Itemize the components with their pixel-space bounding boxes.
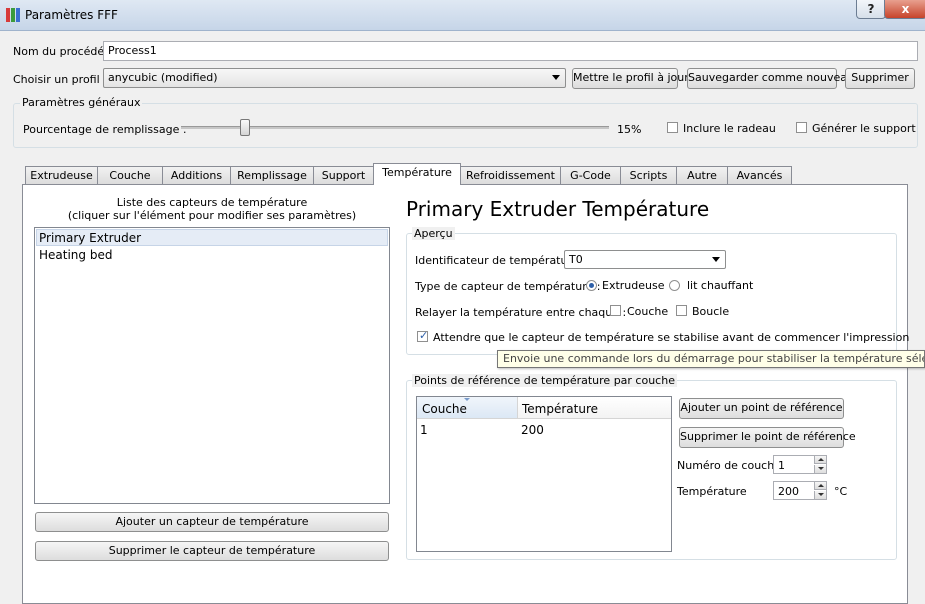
support-checkbox[interactable] (796, 122, 807, 133)
sensor-item-heating-bed[interactable]: Heating bed (39, 248, 112, 262)
tab-extrudeuse[interactable]: Extrudeuse (25, 166, 98, 184)
tooltip: Envoie une commande lors du démarrage po… (497, 350, 925, 368)
tab-avances[interactable]: Avancés (727, 166, 792, 184)
profile-select[interactable]: anycubic (modified) (103, 68, 566, 88)
tab-autre[interactable]: Autre (676, 166, 728, 184)
update-profile-button[interactable]: Mettre le profil à jour (572, 68, 689, 89)
sensor-list-hint: (cliquer sur l'élément pour modifier ses… (67, 209, 357, 222)
reference-points-title: Points de référence de température par c… (412, 374, 677, 387)
reference-points-table: Couche Température 1 200 (416, 396, 672, 552)
title-bar: Paramètres FFF ? x (0, 0, 925, 31)
layer-number-value: 1 (778, 459, 785, 472)
sensor-type-extruder-label: Extrudeuse (602, 279, 665, 292)
temperature-spinbox[interactable]: 200 (773, 481, 827, 500)
infill-value: 15% (617, 123, 642, 136)
table-cell-temperature: 200 (521, 423, 544, 437)
remove-sensor-button[interactable]: Supprimer le capteur de température (35, 541, 389, 561)
relay-loop-checkbox[interactable] (676, 305, 687, 316)
identifier-select[interactable]: T0 (564, 250, 726, 269)
tab-refroidissement[interactable]: Refroidissement (460, 166, 561, 184)
spin-up-icon[interactable] (814, 456, 826, 464)
identifier-label: Identificateur de température (415, 254, 579, 267)
sensor-detail-heading: Primary Extruder Température (406, 197, 710, 221)
relay-label: Relayer la température entre chaque : (415, 306, 627, 319)
process-name-input[interactable]: Process1 (103, 41, 918, 61)
window-title: Paramètres FFF (25, 8, 118, 22)
profile-select-value: anycubic (modified) (108, 71, 218, 84)
layer-number-label: Numéro de couche (677, 459, 781, 472)
tab-support[interactable]: Support (313, 166, 374, 184)
overview-title: Aperçu (412, 227, 455, 240)
process-name-label: Nom du procédé : (13, 45, 112, 58)
tab-remplissage[interactable]: Remplissage (230, 166, 314, 184)
table-cell-layer: 1 (420, 423, 428, 437)
spin-down-icon[interactable] (814, 465, 826, 473)
general-settings-title: Paramètres généraux (20, 96, 143, 109)
app-icon (6, 8, 20, 22)
sensor-type-bed-label: lit chauffant (687, 279, 754, 292)
remove-reference-point-button[interactable]: Supprimer le point de référence (679, 427, 856, 448)
column-header-temperature[interactable]: Température (522, 402, 598, 416)
layer-number-spinbox[interactable]: 1 (773, 455, 827, 474)
chevron-down-icon (552, 75, 560, 80)
temperature-unit: °C (834, 485, 848, 498)
support-label: Générer le support (812, 122, 916, 135)
raft-checkbox[interactable] (667, 122, 678, 133)
tab-gcode[interactable]: G-Code (560, 166, 621, 184)
add-sensor-button[interactable]: Ajouter un capteur de température (35, 512, 389, 532)
sensor-type-bed-radio[interactable] (669, 280, 680, 291)
wait-stabilize-label: Attendre que le capteur de température s… (433, 331, 910, 344)
checkmark-icon: ✓ (419, 329, 429, 342)
temperature-label: Température (677, 485, 747, 498)
relay-layer-checkbox[interactable] (610, 305, 621, 316)
tab-scripts[interactable]: Scripts (620, 166, 677, 184)
help-button[interactable]: ? (856, 0, 886, 19)
tab-additions[interactable]: Additions (162, 166, 231, 184)
sensor-type-extruder-radio[interactable] (586, 280, 597, 291)
relay-layer-label: Couche (627, 305, 669, 318)
infill-slider-handle[interactable] (240, 119, 250, 136)
save-new-profile-button[interactable]: Sauvegarder comme nouveau (687, 68, 854, 89)
tab-couche[interactable]: Couche (97, 166, 163, 184)
column-header-layer[interactable]: Couche (422, 402, 467, 416)
tab-temperature[interactable]: Température (373, 163, 461, 185)
table-row[interactable]: 1 200 (417, 419, 671, 437)
spin-up-icon[interactable] (814, 482, 826, 490)
sensor-item-primary-extruder[interactable]: Primary Extruder (39, 231, 141, 245)
wait-stabilize-checkbox[interactable]: ✓ (417, 329, 429, 342)
spin-down-icon[interactable] (814, 491, 826, 499)
delete-profile-button[interactable]: Supprimer (845, 68, 915, 89)
sensor-list: Primary Extruder Heating bed (34, 227, 390, 504)
chevron-down-icon (712, 257, 720, 262)
raft-label: Inclure le radeau (683, 122, 776, 135)
profile-label: Choisir un profil : (13, 73, 107, 86)
close-button[interactable]: x (884, 0, 925, 19)
add-reference-point-button[interactable]: Ajouter un point de référence (679, 398, 844, 419)
identifier-select-value: T0 (569, 253, 583, 266)
temperature-value: 200 (778, 485, 799, 498)
sensor-type-label: Type de capteur de température : (415, 280, 601, 293)
infill-label: Pourcentage de remplissage : (23, 123, 187, 136)
sensor-list-caption: Liste des capteurs de température (116, 196, 308, 209)
relay-loop-label: Boucle (692, 305, 730, 318)
sort-indicator-icon (464, 398, 470, 401)
